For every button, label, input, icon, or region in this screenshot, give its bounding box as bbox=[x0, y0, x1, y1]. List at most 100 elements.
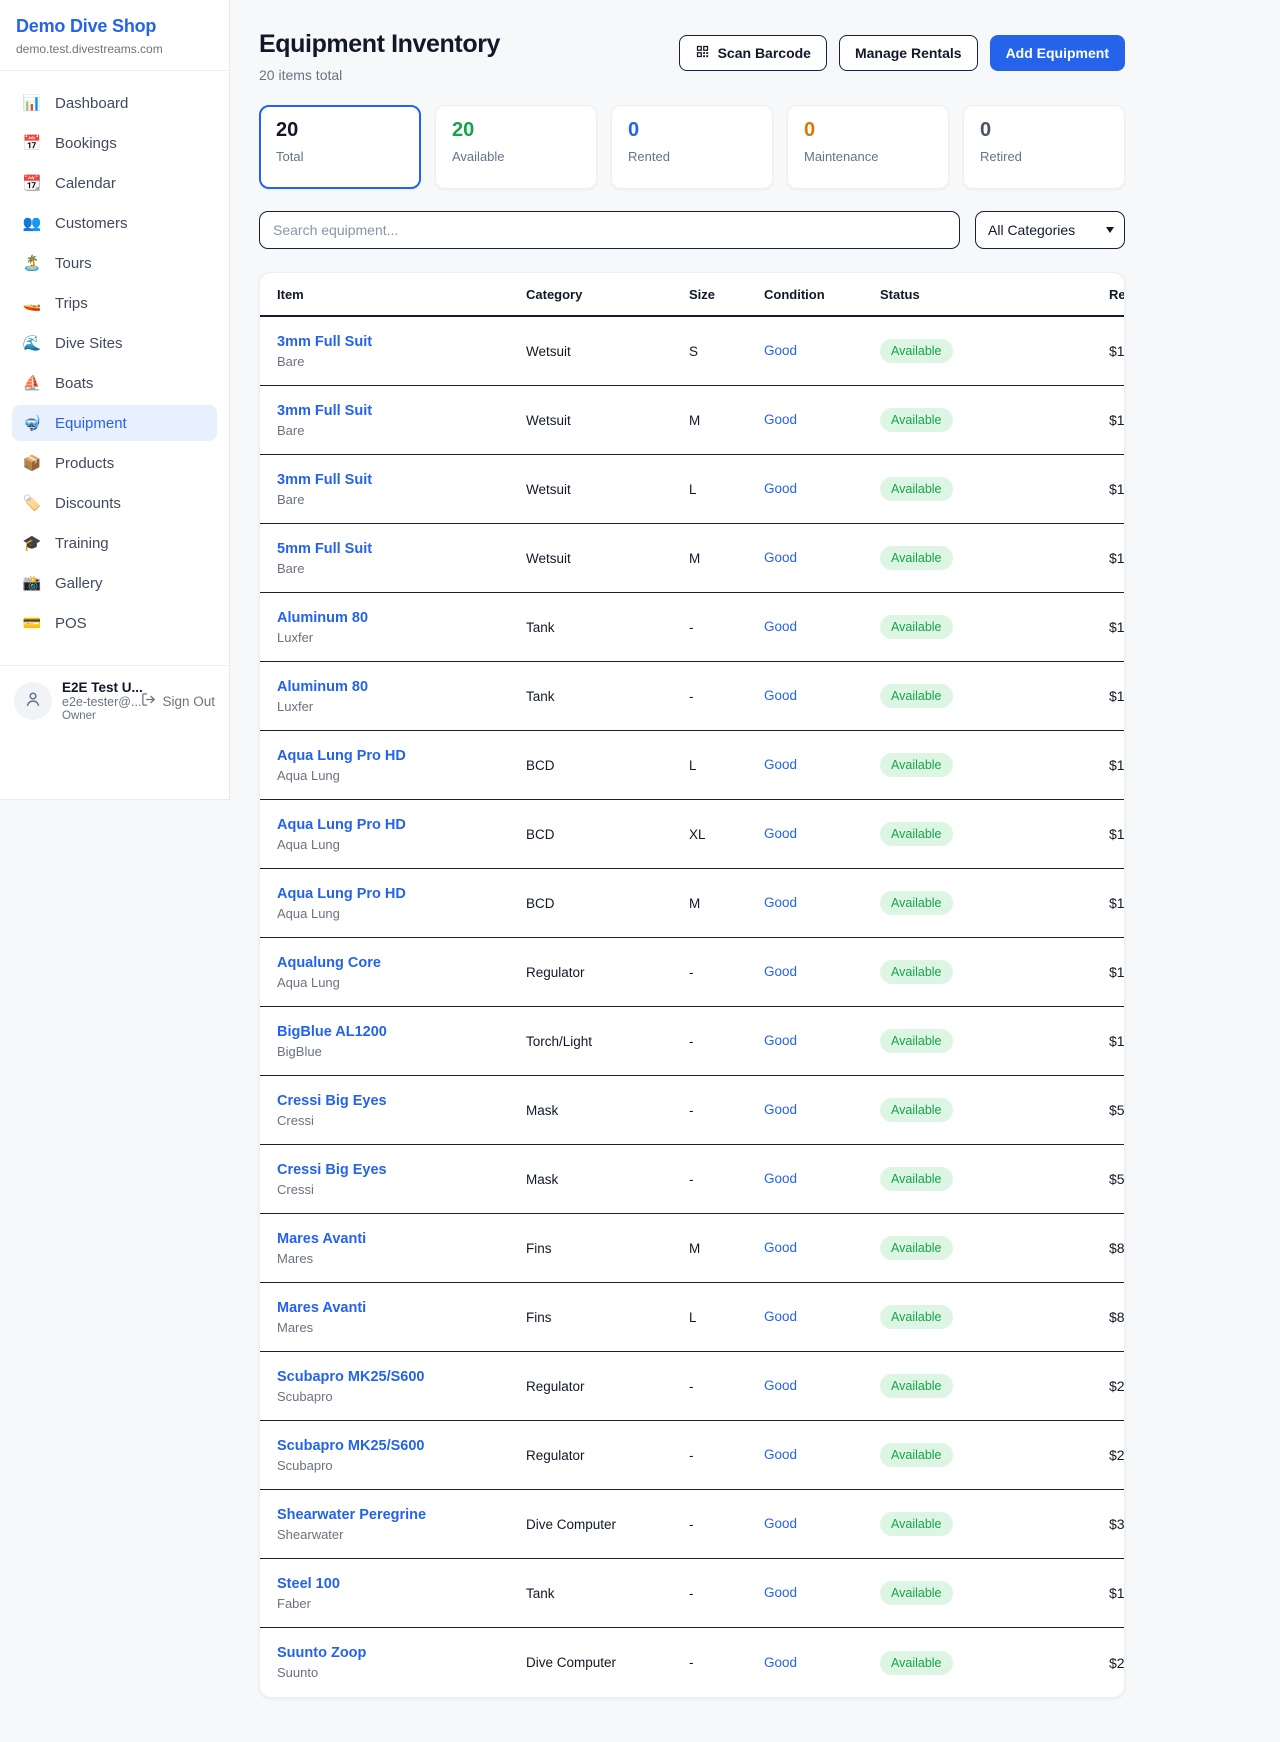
item-cell: Scubapro MK25/S600 Scubapro bbox=[277, 1369, 526, 1404]
item-rental: $8.00/day bbox=[1109, 1309, 1125, 1325]
condition-link[interactable]: Good bbox=[764, 1585, 797, 1600]
item-category: BCD bbox=[526, 827, 689, 842]
sidebar-item-customers[interactable]: 👥 Customers bbox=[12, 205, 217, 241]
condition-link[interactable]: Good bbox=[764, 481, 797, 496]
item-size: M bbox=[689, 413, 764, 428]
sidebar-item-discounts[interactable]: 🏷️ Discounts bbox=[12, 485, 217, 521]
condition-link[interactable]: Good bbox=[764, 550, 797, 565]
sidebar-item-tours[interactable]: 🏝️ Tours bbox=[12, 245, 217, 281]
sidebar-item-trips[interactable]: 🚤 Trips bbox=[12, 285, 217, 321]
item-name-link[interactable]: Aluminum 80 bbox=[277, 610, 526, 626]
item-name-link[interactable]: 3mm Full Suit bbox=[277, 472, 526, 488]
sidebar-item-products[interactable]: 📦 Products bbox=[12, 445, 217, 481]
manage-rentals-button[interactable]: Manage Rentals bbox=[839, 35, 978, 71]
sidebar-item-calendar[interactable]: 📆 Calendar bbox=[12, 165, 217, 201]
brand-name[interactable]: Demo Dive Shop bbox=[16, 16, 213, 37]
table-row: Suunto Zoop Suunto Dive Computer - Good … bbox=[260, 1628, 1124, 1697]
col-header-size: Size bbox=[689, 287, 764, 302]
condition-link[interactable]: Good bbox=[764, 1102, 797, 1117]
search-input[interactable] bbox=[259, 211, 960, 249]
condition-link[interactable]: Good bbox=[764, 1171, 797, 1186]
item-name-link[interactable]: Suunto Zoop bbox=[277, 1645, 526, 1661]
condition-link[interactable]: Good bbox=[764, 412, 797, 427]
item-name-link[interactable]: Cressi Big Eyes bbox=[277, 1162, 526, 1178]
sidebar-item-dashboard[interactable]: 📊 Dashboard bbox=[12, 85, 217, 121]
item-name-link[interactable]: Mares Avanti bbox=[277, 1300, 526, 1316]
items-total-count: 20 items total bbox=[259, 67, 500, 83]
stat-card-maintenance[interactable]: 0 Maintenance bbox=[787, 105, 949, 189]
stat-cards: 20 Total 20 Available 0 Rented 0 Mainten… bbox=[259, 105, 1125, 189]
sign-out-button[interactable]: Sign Out bbox=[141, 692, 215, 710]
scan-barcode-button[interactable]: Scan Barcode bbox=[679, 35, 827, 71]
item-name-link[interactable]: Aqua Lung Pro HD bbox=[277, 886, 526, 902]
item-name-link[interactable]: 3mm Full Suit bbox=[277, 403, 526, 419]
condition-link[interactable]: Good bbox=[764, 1033, 797, 1048]
sidebar-item-dive-sites[interactable]: 🌊 Dive Sites bbox=[12, 325, 217, 361]
condition-link[interactable]: Good bbox=[764, 895, 797, 910]
sidebar-item-label: Gallery bbox=[55, 575, 103, 592]
condition-link[interactable]: Good bbox=[764, 826, 797, 841]
item-name-link[interactable]: Aqua Lung Pro HD bbox=[277, 748, 526, 764]
status-badge: Available bbox=[880, 1029, 953, 1053]
item-category: Fins bbox=[526, 1241, 689, 1256]
item-name-link[interactable]: Mares Avanti bbox=[277, 1231, 526, 1247]
condition-link[interactable]: Good bbox=[764, 757, 797, 772]
sidebar-item-boats[interactable]: ⛵ Boats bbox=[12, 365, 217, 401]
stat-label: Available bbox=[452, 149, 580, 164]
sidebar-item-pos[interactable]: 💳 POS bbox=[12, 605, 217, 641]
status-badge: Available bbox=[880, 546, 953, 570]
condition-link[interactable]: Good bbox=[764, 1240, 797, 1255]
item-rental: $10.00/day bbox=[1109, 343, 1125, 359]
item-name-link[interactable]: BigBlue AL1200 bbox=[277, 1024, 526, 1040]
sidebar-item-equipment[interactable]: 🤿 Equipment bbox=[12, 405, 217, 441]
products-icon: 📦 bbox=[22, 454, 42, 472]
item-cell: Aqualung Core Aqua Lung bbox=[277, 955, 526, 990]
person-icon bbox=[23, 689, 43, 714]
item-name-link[interactable]: 5mm Full Suit bbox=[277, 541, 526, 557]
item-name-link[interactable]: Aqua Lung Pro HD bbox=[277, 817, 526, 833]
condition-link[interactable]: Good bbox=[764, 1447, 797, 1462]
gallery-icon: 📸 bbox=[22, 574, 42, 592]
stat-card-rented[interactable]: 0 Rented bbox=[611, 105, 773, 189]
item-category: Wetsuit bbox=[526, 551, 689, 566]
item-brand: Aqua Lung bbox=[277, 975, 526, 990]
item-name-link[interactable]: Shearwater Peregrine bbox=[277, 1507, 526, 1523]
condition-link[interactable]: Good bbox=[764, 619, 797, 634]
item-rental: $15.00/day bbox=[1109, 757, 1125, 773]
stat-card-retired[interactable]: 0 Retired bbox=[963, 105, 1125, 189]
condition-link[interactable]: Good bbox=[764, 1655, 797, 1670]
item-name-link[interactable]: Aluminum 80 bbox=[277, 679, 526, 695]
category-select[interactable]: All Categories bbox=[975, 211, 1125, 249]
add-equipment-button[interactable]: Add Equipment bbox=[990, 35, 1125, 71]
user-email: e2e-tester@... bbox=[62, 695, 131, 709]
item-rental: $15.00/day bbox=[1109, 826, 1125, 842]
item-category: Regulator bbox=[526, 1448, 689, 1463]
item-rental: $20.00/day bbox=[1109, 1447, 1125, 1463]
equipment-icon: 🤿 bbox=[22, 414, 42, 432]
item-category: Tank bbox=[526, 689, 689, 704]
item-name-link[interactable]: Aqualung Core bbox=[277, 955, 526, 971]
item-category: Wetsuit bbox=[526, 482, 689, 497]
stat-card-total[interactable]: 20 Total bbox=[259, 105, 421, 189]
item-brand: Aqua Lung bbox=[277, 906, 526, 921]
item-size: - bbox=[689, 1172, 764, 1187]
item-name-link[interactable]: 3mm Full Suit bbox=[277, 334, 526, 350]
sidebar-item-bookings[interactable]: 📅 Bookings bbox=[12, 125, 217, 161]
condition-link[interactable]: Good bbox=[764, 1378, 797, 1393]
sidebar-item-gallery[interactable]: 📸 Gallery bbox=[12, 565, 217, 601]
item-name-link[interactable]: Cressi Big Eyes bbox=[277, 1093, 526, 1109]
stat-card-available[interactable]: 20 Available bbox=[435, 105, 597, 189]
condition-link[interactable]: Good bbox=[764, 1309, 797, 1324]
condition-link[interactable]: Good bbox=[764, 343, 797, 358]
sidebar-item-training[interactable]: 🎓 Training bbox=[12, 525, 217, 561]
condition-link[interactable]: Good bbox=[764, 964, 797, 979]
condition-link[interactable]: Good bbox=[764, 688, 797, 703]
item-brand: Shearwater bbox=[277, 1527, 526, 1542]
barcode-icon bbox=[695, 44, 710, 62]
item-category: Mask bbox=[526, 1172, 689, 1187]
item-name-link[interactable]: Scubapro MK25/S600 bbox=[277, 1438, 526, 1454]
item-name-link[interactable]: Scubapro MK25/S600 bbox=[277, 1369, 526, 1385]
condition-link[interactable]: Good bbox=[764, 1516, 797, 1531]
item-name-link[interactable]: Steel 100 bbox=[277, 1576, 526, 1592]
item-cell: Mares Avanti Mares bbox=[277, 1300, 526, 1335]
